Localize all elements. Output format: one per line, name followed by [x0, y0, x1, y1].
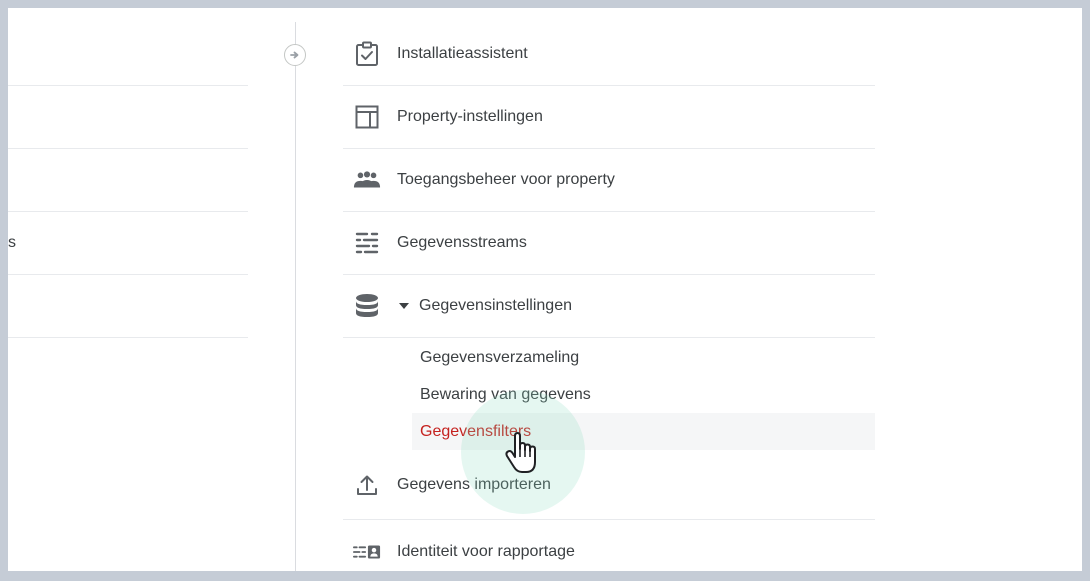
account-column: s — [8, 8, 248, 571]
menu-item-reporting-identity[interactable]: Identiteit voor rapportage — [343, 520, 875, 571]
menu-item-label: Gegevensstreams — [397, 234, 527, 251]
account-row[interactable] — [8, 23, 248, 86]
column-divider — [295, 22, 296, 571]
menu-item-data-settings[interactable]: Gegevensinstellingen — [343, 275, 875, 338]
menu-item-label: Property-instellingen — [397, 108, 543, 125]
database-stack-icon — [353, 292, 381, 320]
people-group-icon — [353, 166, 381, 194]
submenu-item-data-filters[interactable]: Gegevensfilters — [412, 413, 875, 450]
caret-down-icon[interactable] — [399, 303, 409, 309]
menu-item-setup-assistant[interactable]: Installatieassistent — [343, 8, 875, 86]
menu-item-data-import[interactable]: Gegevens importeren — [343, 450, 875, 520]
account-row-label: s — [8, 234, 16, 251]
menu-item-label: Installatieassistent — [397, 45, 528, 62]
reporting-identity-icon — [353, 538, 381, 566]
account-row[interactable] — [8, 86, 248, 149]
clipboard-check-icon — [353, 40, 381, 68]
account-row[interactable]: s — [8, 212, 248, 275]
menu-item-label: Gegevensinstellingen — [419, 297, 572, 314]
menu-item-label: Toegangsbeheer voor property — [397, 171, 615, 188]
menu-item-data-streams[interactable]: Gegevensstreams — [343, 212, 875, 275]
account-row[interactable] — [8, 275, 248, 338]
submenu-item-data-collection[interactable]: Gegevensverzameling — [412, 339, 875, 376]
submenu-item-label: Bewaring van gegevens — [420, 385, 591, 403]
admin-panel: s Installatieassistent Property-instelli… — [8, 8, 1082, 571]
data-streams-icon — [353, 229, 381, 257]
menu-item-property-access[interactable]: Toegangsbeheer voor property — [343, 149, 875, 212]
menu-item-property-settings[interactable]: Property-instellingen — [343, 86, 875, 149]
submenu-item-label: Gegevensfilters — [420, 422, 532, 440]
property-menu: Installatieassistent Property-instelling… — [343, 8, 875, 571]
submenu-item-data-retention[interactable]: Bewaring van gegevens — [412, 376, 875, 413]
menu-item-label: Gegevens importeren — [397, 475, 551, 493]
upload-icon — [353, 471, 381, 499]
layout-panel-icon — [353, 103, 381, 131]
menu-item-label: Identiteit voor rapportage — [397, 542, 575, 560]
submenu-item-label: Gegevensverzameling — [420, 348, 580, 366]
arrow-right-icon[interactable] — [284, 44, 306, 66]
data-settings-submenu: Gegevensverzameling Bewaring van gegeven… — [343, 339, 875, 450]
account-row[interactable] — [8, 149, 248, 212]
